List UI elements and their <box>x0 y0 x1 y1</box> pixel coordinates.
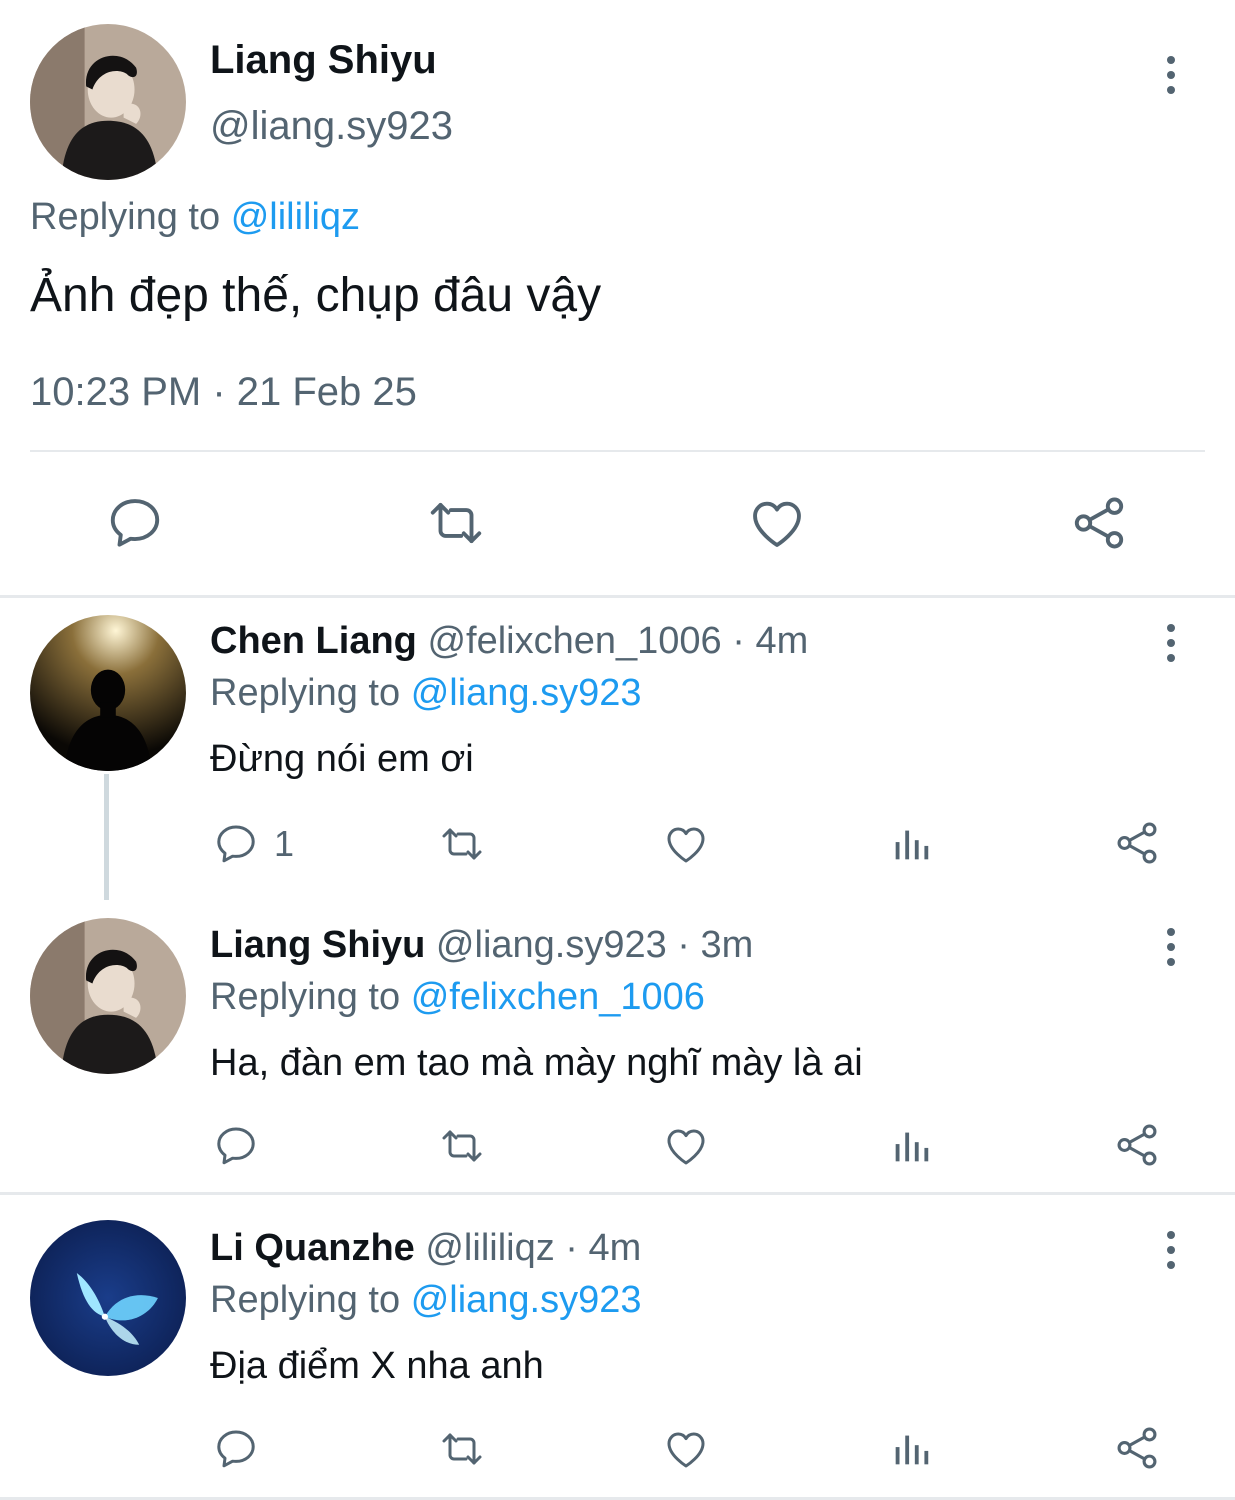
divider <box>30 450 1205 452</box>
replying-prefix: Replying to <box>210 1279 401 1321</box>
views-button[interactable] <box>888 820 934 868</box>
comment-icon <box>104 492 166 554</box>
like-button[interactable] <box>746 492 808 554</box>
heart-icon <box>662 820 710 868</box>
tweet-timestamp: 10:23 PM · 21 Feb 25 <box>30 370 417 414</box>
views-icon <box>888 1425 934 1473</box>
avatar[interactable] <box>30 918 186 1074</box>
replying-prefix: Replying to <box>210 672 401 714</box>
comment-button[interactable] <box>104 492 166 554</box>
comment-button[interactable] <box>212 1425 274 1473</box>
replying-prefix: Replying to <box>30 196 221 238</box>
replying-to: Replying to @liang.sy923 <box>210 1279 642 1322</box>
reply-header: Liang Shiyu @liang.sy923 · 3m <box>210 924 753 967</box>
like-button[interactable] <box>662 820 710 868</box>
author-name[interactable]: Chen Liang <box>210 620 417 662</box>
retweet-button[interactable] <box>436 1425 488 1473</box>
views-icon <box>888 1122 934 1170</box>
tweet-text: Đừng nói em ơi <box>210 738 474 780</box>
reply-header: Chen Liang @felixchen_1006 · 4m <box>210 620 808 663</box>
more-options-icon[interactable] <box>1156 1225 1186 1275</box>
mention-link[interactable]: @lililiqz <box>231 196 360 238</box>
reply-tweet[interactable]: Liang Shiyu @liang.sy923 · 3m Replying t… <box>0 900 1235 1193</box>
reply-tweet[interactable]: Chen Liang @felixchen_1006 · 4m Replying… <box>0 598 1235 900</box>
more-options-icon[interactable] <box>1156 50 1186 100</box>
author-name[interactable]: Liang Shiyu <box>210 38 437 83</box>
heart-icon <box>746 492 808 554</box>
share-button[interactable] <box>1112 1120 1162 1170</box>
share-button[interactable] <box>1112 1423 1162 1473</box>
share-icon <box>1068 492 1130 554</box>
comment-count: 1 <box>274 823 295 864</box>
like-button[interactable] <box>662 1425 710 1473</box>
main-tweet: Liang Shiyu @liang.sy923 Replying to @li… <box>0 0 1235 597</box>
retweet-button[interactable] <box>436 820 488 868</box>
views-button[interactable] <box>888 1425 934 1473</box>
author-name[interactable]: Liang Shiyu <box>210 924 425 966</box>
author-name[interactable]: Li Quanzhe <box>210 1227 415 1269</box>
share-icon <box>1112 818 1162 868</box>
replying-prefix: Replying to <box>210 976 401 1018</box>
more-options-icon[interactable] <box>1156 618 1186 668</box>
share-button[interactable] <box>1112 818 1162 868</box>
views-icon <box>888 820 934 868</box>
retweet-button[interactable] <box>423 492 489 554</box>
share-icon <box>1112 1120 1162 1170</box>
reply-header: Li Quanzhe @lililiqz · 4m <box>210 1227 641 1270</box>
tweet-text: Ha, đàn em tao mà mày nghĩ mày là ai <box>210 1042 863 1084</box>
handle-and-time: @felixchen_1006 · 4m <box>427 620 809 662</box>
comment-button[interactable]: 1 <box>212 820 294 868</box>
avatar[interactable] <box>30 615 186 771</box>
comment-icon <box>212 820 260 868</box>
handle-and-time: @liang.sy923 · 3m <box>435 924 754 966</box>
heart-icon <box>662 1425 710 1473</box>
comment-icon <box>212 1122 260 1170</box>
heart-icon <box>662 1122 710 1170</box>
retweet-icon <box>436 1122 488 1170</box>
handle-and-time: @lililiqz · 4m <box>425 1227 642 1269</box>
mention-link[interactable]: @liang.sy923 <box>411 1279 642 1321</box>
reply-tweet[interactable]: Li Quanzhe @lililiqz · 4m Replying to @l… <box>0 1195 1235 1500</box>
replying-to: Replying to @lililiqz <box>30 196 360 239</box>
retweet-button[interactable] <box>436 1122 488 1170</box>
avatar[interactable] <box>30 24 186 180</box>
comment-icon <box>212 1425 260 1473</box>
avatar[interactable] <box>30 1220 186 1376</box>
author-handle[interactable]: @liang.sy923 <box>210 104 453 149</box>
share-icon <box>1112 1423 1162 1473</box>
replying-to: Replying to @liang.sy923 <box>210 672 642 715</box>
retweet-icon <box>423 492 489 554</box>
share-button[interactable] <box>1068 492 1130 554</box>
tweet-text: Ảnh đẹp thế, chụp đâu vậy <box>30 269 602 322</box>
mention-link[interactable]: @felixchen_1006 <box>411 976 705 1018</box>
thread-line <box>104 774 109 900</box>
like-button[interactable] <box>662 1122 710 1170</box>
comment-button[interactable] <box>212 1122 274 1170</box>
retweet-icon <box>436 820 488 868</box>
tweet-text: Địa điểm X nha anh <box>210 1345 544 1387</box>
replying-to: Replying to @felixchen_1006 <box>210 976 705 1019</box>
retweet-icon <box>436 1425 488 1473</box>
more-options-icon[interactable] <box>1156 922 1186 972</box>
mention-link[interactable]: @liang.sy923 <box>411 672 642 714</box>
views-button[interactable] <box>888 1122 934 1170</box>
